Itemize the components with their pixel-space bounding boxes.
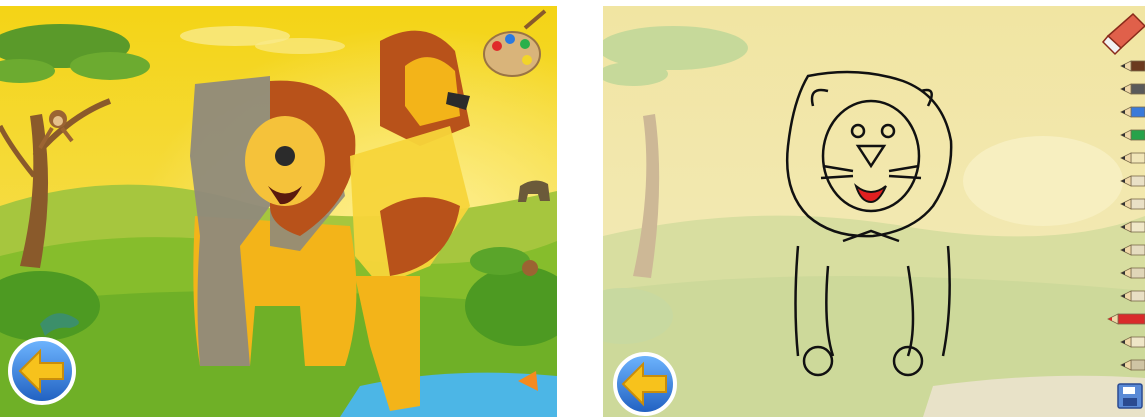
save-icon[interactable] — [1117, 383, 1143, 409]
back-button[interactable] — [8, 337, 76, 405]
small-monkey — [522, 260, 538, 276]
tree-canopy — [70, 52, 150, 80]
coloring-scene — [603, 6, 1145, 417]
cloud — [255, 38, 345, 54]
back-button[interactable] — [613, 352, 677, 416]
bush — [470, 247, 530, 275]
faded-sun — [963, 136, 1123, 226]
puzzle-screen — [0, 6, 557, 417]
lion-nose — [275, 146, 295, 166]
puzzle-scene — [0, 6, 557, 417]
coloring-screen — [603, 6, 1145, 417]
